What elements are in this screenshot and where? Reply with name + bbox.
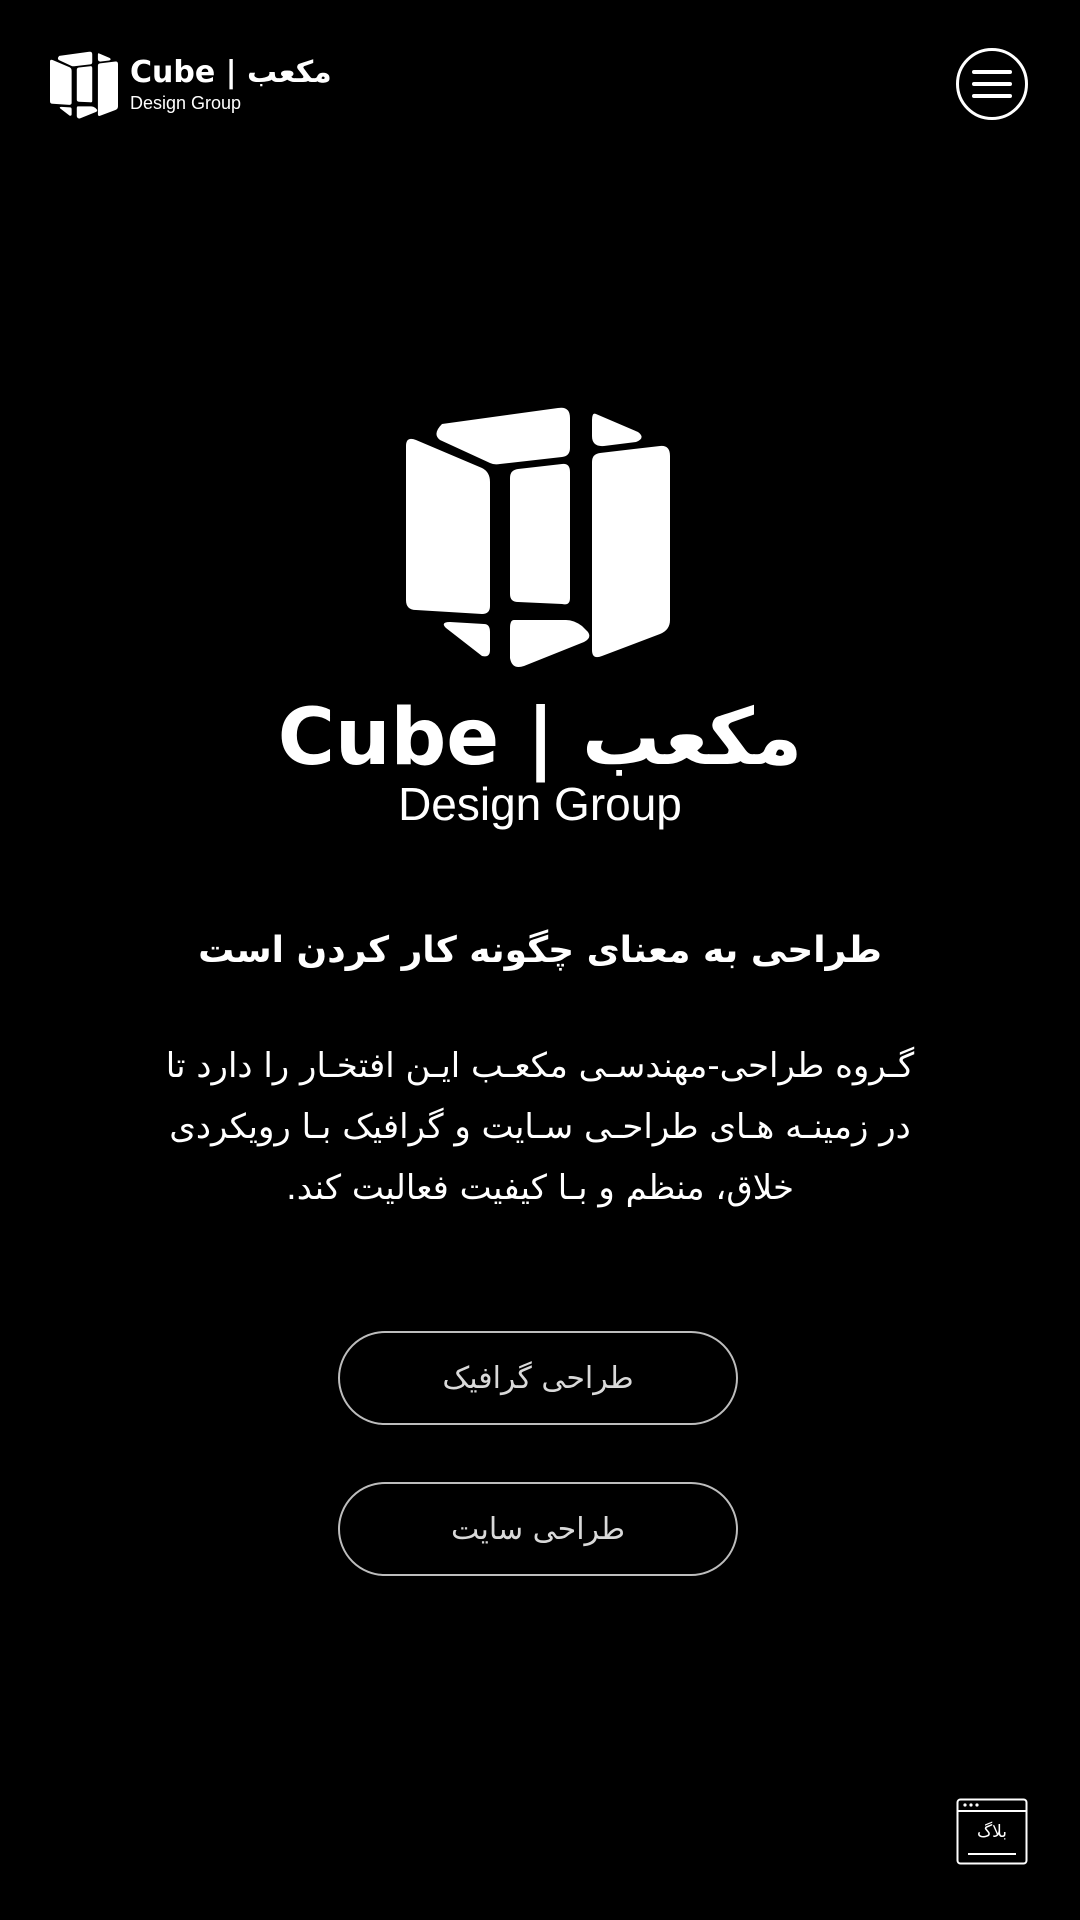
hero-title: Cube | مکعب <box>277 693 803 783</box>
hero-subtitle: Design Group <box>398 778 682 830</box>
description-line: خلاق، منظم و بـا کیفیت فعالیت کند. <box>285 1168 795 1208</box>
header-wordmark: Cube | مکعب Design Group <box>130 56 332 114</box>
logo-subtitle: Design Group <box>130 93 242 113</box>
cube-logo-icon <box>406 406 670 668</box>
hamburger-menu-icon <box>971 67 1013 101</box>
logo-title: Cube | مکعب <box>130 55 332 90</box>
header-logo[interactable]: Cube | مکعب Design Group <box>50 50 332 120</box>
description-line: گـروه طراحی-مهندسـی مکعـب ایـن افتخـار ر… <box>165 1046 915 1086</box>
graphic-design-button[interactable]: طراحی گرافیک <box>338 1331 738 1425</box>
menu-button[interactable] <box>956 48 1028 120</box>
description: گـروه طراحی-مهندسـی مکعـب ایـن افتخـار ر… <box>150 1036 930 1219</box>
cube-logo-icon <box>50 50 118 120</box>
blog-label: بلاگ <box>976 1822 1008 1842</box>
hero-cube-logo <box>406 406 670 668</box>
description-line: در زمینـه هـای طراحـی سـایت و گرافیک بـا… <box>169 1107 911 1147</box>
blog-button[interactable]: بلاگ <box>956 1798 1028 1868</box>
site-design-button[interactable]: طراحی سایت <box>338 1482 738 1576</box>
tagline: طراحی به معنای چگونه کار کردن است <box>198 930 882 971</box>
